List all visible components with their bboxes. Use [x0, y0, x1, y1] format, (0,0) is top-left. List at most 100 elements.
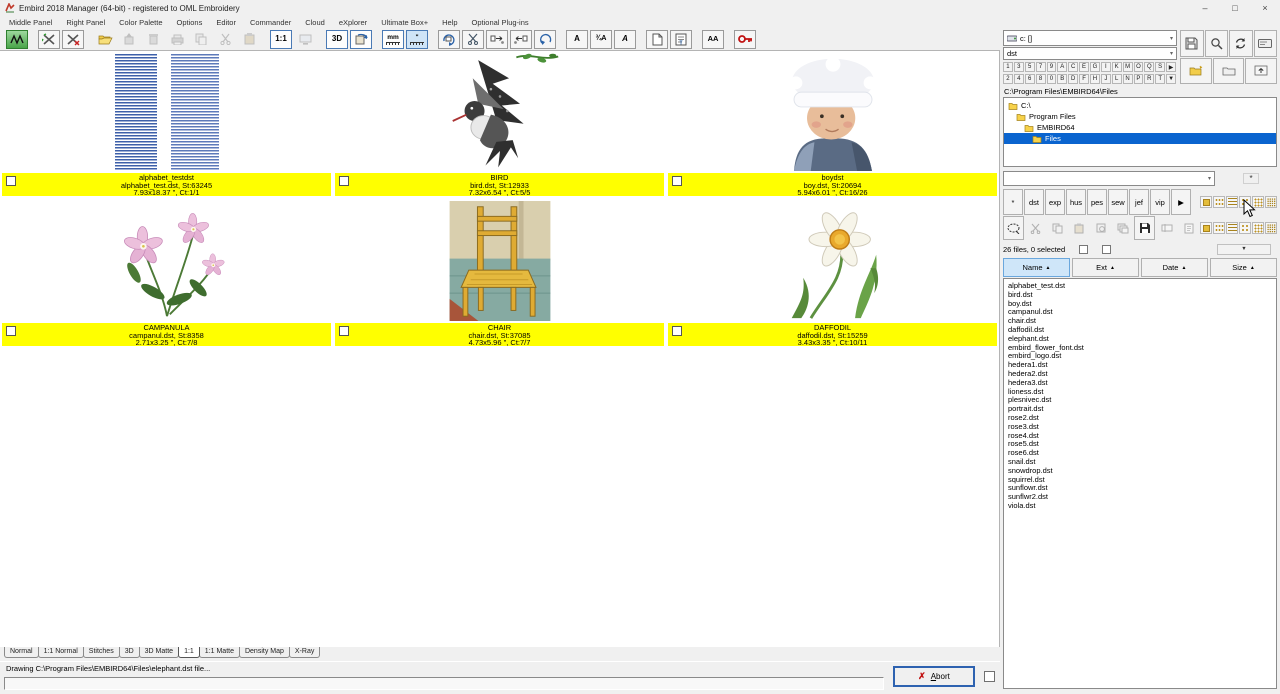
design-thumbnail-boy[interactable]: [666, 51, 999, 173]
design-label[interactable]: boydst boy.dst, St:20694 5.94x6.01 ", Ct…: [668, 173, 997, 196]
letters-button[interactable]: A: [566, 30, 588, 49]
view-thumbs-small-button-2[interactable]: [1239, 222, 1251, 234]
menu-item[interactable]: Commander: [243, 18, 298, 27]
sort-by-date-button[interactable]: Date▲: [1141, 258, 1208, 277]
letter-filter-button[interactable]: 7: [1036, 62, 1046, 72]
design-checkbox[interactable]: [339, 176, 349, 186]
file-list-item[interactable]: hedera1.dst: [1008, 361, 1276, 370]
search-button[interactable]: [1205, 30, 1229, 57]
letter-filter-button[interactable]: F: [1079, 74, 1089, 84]
format-filter-button[interactable]: vip: [1150, 189, 1170, 215]
file-list-item[interactable]: rose3.dst: [1008, 423, 1276, 432]
file-list-item[interactable]: sunflowr.dst: [1008, 484, 1276, 493]
view-thumbs-large-button[interactable]: [1265, 196, 1277, 208]
letter-filter-button[interactable]: 9: [1047, 62, 1057, 72]
file-list-item[interactable]: rose4.dst: [1008, 432, 1276, 441]
file-list-item[interactable]: rose6.dst: [1008, 449, 1276, 458]
open-button[interactable]: [94, 30, 116, 49]
menu-item[interactable]: Right Panel: [59, 18, 112, 27]
letter-filter-button[interactable]: 3: [1014, 62, 1024, 72]
view-thumbs-medium-button-2[interactable]: [1252, 222, 1264, 234]
file-list-item[interactable]: plesnivec.dst: [1008, 396, 1276, 405]
letter-filter-button[interactable]: C: [1068, 62, 1078, 72]
letter-filter-button[interactable]: D: [1068, 74, 1078, 84]
close-button[interactable]: ×: [1250, 1, 1280, 16]
design-checkbox[interactable]: [6, 176, 16, 186]
letter-filter-button[interactable]: ▼: [1166, 74, 1176, 84]
pull-compensation-button[interactable]: [486, 30, 508, 49]
sort-by-size-button[interactable]: Size▲: [1210, 258, 1277, 277]
letter-filter-button[interactable]: B: [1057, 74, 1067, 84]
file-list-item[interactable]: squirrel.dst: [1008, 476, 1276, 485]
format-filter-button[interactable]: pes: [1087, 189, 1107, 215]
design-checkbox[interactable]: [339, 326, 349, 336]
save-files-button[interactable]: [1134, 216, 1155, 240]
letter-filter-button[interactable]: 2: [1003, 74, 1013, 84]
view-small-icon-button-2[interactable]: [1213, 222, 1225, 234]
resize-letters-button[interactable]: ¾A: [590, 30, 612, 49]
tab-normal[interactable]: Normal: [4, 647, 39, 658]
tree-item-files-selected[interactable]: Files: [1004, 133, 1276, 144]
letter-filter-button[interactable]: E: [1079, 62, 1089, 72]
tab-density-map[interactable]: Density Map: [239, 647, 290, 658]
filename-mask-select[interactable]: ▾: [1003, 171, 1215, 186]
design-checkbox[interactable]: [6, 326, 16, 336]
units-mm-toggle[interactable]: mm: [382, 30, 404, 49]
tab-1to1-matte[interactable]: 1:1 Matte: [199, 647, 240, 658]
tab-3d-matte[interactable]: 3D Matte: [139, 647, 179, 658]
view-thumbs-large-button-2[interactable]: [1265, 222, 1277, 234]
italic-letters-button[interactable]: A: [614, 30, 636, 49]
design-thumbnail-bird[interactable]: [333, 51, 666, 173]
design-checkbox[interactable]: [672, 326, 682, 336]
tab-3d[interactable]: 3D: [119, 647, 140, 658]
tab-x-ray[interactable]: X-Ray: [289, 647, 320, 658]
letter-filter-button[interactable]: Q: [1144, 62, 1154, 72]
design-thumbnail-daffodil[interactable]: [666, 196, 999, 323]
format-filter-button[interactable]: jef: [1129, 189, 1149, 215]
design-thumbnail-chair[interactable]: [333, 196, 666, 323]
push-compensation-button[interactable]: [510, 30, 532, 49]
tree-item-root[interactable]: C:\: [1004, 100, 1276, 111]
design-label[interactable]: CHAIR chair.dst, St:37085 4.73x5.96 ", C…: [335, 323, 664, 346]
view-large-icon-button-2[interactable]: [1200, 222, 1212, 234]
menu-item[interactable]: Ultimate Box+: [374, 18, 435, 27]
menu-item[interactable]: Middle Panel: [2, 18, 59, 27]
abort-button[interactable]: ✗ Abort: [893, 666, 975, 687]
show-stitches-button[interactable]: [6, 30, 28, 49]
file-list-item[interactable]: rose2.dst: [1008, 414, 1276, 423]
file-list-item[interactable]: hedera3.dst: [1008, 379, 1276, 388]
file-list-item[interactable]: hedera2.dst: [1008, 370, 1276, 379]
view-large-icon-button[interactable]: [1200, 196, 1212, 208]
design-label[interactable]: alphabet_testdst alphabet_test.dst, St:6…: [2, 173, 331, 196]
file-list-item[interactable]: viola.dst: [1008, 502, 1276, 511]
letter-filter-button[interactable]: A: [1057, 62, 1067, 72]
left-panel-tools-button[interactable]: [38, 30, 60, 49]
sort-by-ext-button[interactable]: Ext▲: [1072, 258, 1139, 277]
lasso-select-button[interactable]: [1003, 216, 1024, 240]
menu-item[interactable]: Help: [435, 18, 464, 27]
new-page-button[interactable]: [646, 30, 668, 49]
letter-filter-button[interactable]: 5: [1025, 62, 1035, 72]
file-list-item[interactable]: chair.dst: [1008, 317, 1276, 326]
save-as-button[interactable]: [1180, 30, 1204, 57]
tree-item-embird64[interactable]: EMBIRD64: [1004, 122, 1276, 133]
format-filter-button[interactable]: hus: [1066, 189, 1086, 215]
file-list-item[interactable]: sunflwr2.dst: [1008, 493, 1276, 502]
file-list-item[interactable]: rose5.dst: [1008, 440, 1276, 449]
units-inch-toggle[interactable]: ": [406, 30, 428, 49]
password-button[interactable]: [734, 30, 756, 49]
letter-filter-button[interactable]: H: [1090, 74, 1100, 84]
design-thumbnail-campanula[interactable]: [0, 196, 333, 323]
format-filter-button[interactable]: sew: [1108, 189, 1128, 215]
minimize-button[interactable]: –: [1190, 1, 1220, 16]
letter-filter-button[interactable]: G: [1090, 62, 1100, 72]
tab-stitches[interactable]: Stitches: [83, 647, 120, 658]
letter-filter-button[interactable]: 0: [1047, 74, 1057, 84]
rotate-design-button[interactable]: [438, 30, 460, 49]
file-list-item[interactable]: bird.dst: [1008, 291, 1276, 300]
letter-filter-button[interactable]: 6: [1025, 74, 1035, 84]
letter-filter-button[interactable]: K: [1112, 62, 1122, 72]
design-thumbnail-alphabet[interactable]: [0, 51, 333, 173]
file-list-item[interactable]: portrait.dst: [1008, 405, 1276, 414]
letter-filter-button[interactable]: ▶: [1166, 62, 1176, 72]
